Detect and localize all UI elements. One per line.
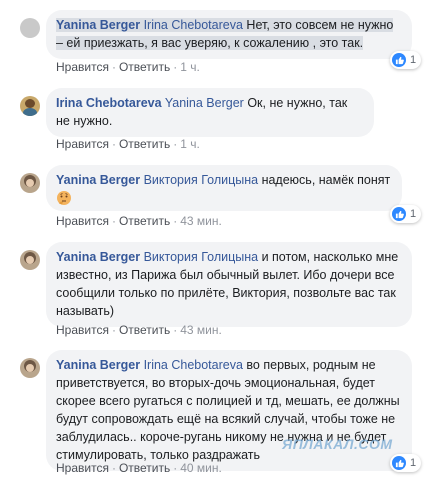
comment-author[interactable]: Yanina Berger xyxy=(56,173,140,187)
comment-actions: Нравится · Ответить · 43 мин. xyxy=(56,323,222,337)
thumbs-up-icon xyxy=(392,456,406,470)
reply-link[interactable]: Ответить xyxy=(119,60,170,74)
reaction-count[interactable]: 1 xyxy=(390,51,422,69)
separator: · xyxy=(173,60,178,74)
separator: · xyxy=(111,461,116,475)
like-link[interactable]: Нравится xyxy=(56,137,109,151)
separator: · xyxy=(173,214,178,228)
thumbs-up-icon xyxy=(392,207,406,221)
comment-actions: Нравится · Ответить · 1 ч. xyxy=(56,60,200,74)
watermark: ЯПЛАКАЛ.COM xyxy=(282,436,393,452)
separator: · xyxy=(173,323,178,337)
mention-tag[interactable]: Виктория Голицына xyxy=(144,173,259,187)
reply-link[interactable]: Ответить xyxy=(119,323,170,337)
timestamp[interactable]: 43 мин. xyxy=(180,323,222,337)
separator: · xyxy=(111,323,116,337)
comment-actions: Нравится · Ответить · 40 мин. xyxy=(56,461,222,475)
reaction-count-value: 1 xyxy=(410,208,417,220)
thinking-face-icon xyxy=(56,190,72,211)
timestamp[interactable]: 40 мин. xyxy=(180,461,222,475)
comment-text: надеюсь, намёк понят xyxy=(261,173,391,187)
separator: · xyxy=(173,461,178,475)
comment-bubble: Yanina Berger Виктория Голицына и потом,… xyxy=(46,242,412,327)
timestamp[interactable]: 43 мин. xyxy=(180,214,222,228)
comment-author[interactable]: Yanina Berger xyxy=(56,250,140,264)
reaction-count[interactable]: 1 xyxy=(390,205,422,223)
comment-author[interactable]: Irina Chebotareva xyxy=(56,96,162,110)
mention-tag[interactable]: Yanina Berger xyxy=(165,96,244,110)
avatar[interactable] xyxy=(20,18,40,38)
like-link[interactable]: Нравится xyxy=(56,60,109,74)
avatar[interactable] xyxy=(20,173,40,193)
reaction-count[interactable]: 1 xyxy=(390,454,422,472)
mention-tag[interactable]: Irina Chebotareva xyxy=(144,18,243,32)
comment-actions: Нравится · Ответить · 1 ч. xyxy=(56,137,200,151)
reply-link[interactable]: Ответить xyxy=(119,461,170,475)
timestamp[interactable]: 1 ч. xyxy=(180,60,200,74)
like-link[interactable]: Нравится xyxy=(56,214,109,228)
separator: · xyxy=(173,137,178,151)
reply-link[interactable]: Ответить xyxy=(119,137,170,151)
separator: · xyxy=(111,137,116,151)
comment-author[interactable]: Yanina Berger xyxy=(56,18,140,32)
comment-bubble: Yanina Berger Irina Chebotareva Нет, это… xyxy=(46,10,412,59)
mention-tag[interactable]: Irina Chebotareva xyxy=(144,358,243,372)
separator: · xyxy=(111,60,116,74)
avatar[interactable] xyxy=(20,358,40,378)
mention-tag[interactable]: Виктория Голицына xyxy=(144,250,259,264)
reaction-count-value: 1 xyxy=(410,54,417,66)
comment-author[interactable]: Yanina Berger xyxy=(56,358,140,372)
comment-bubble: Yanina Berger Irina Chebotareva во первы… xyxy=(46,350,412,471)
thumbs-up-icon xyxy=(392,53,406,67)
avatar[interactable] xyxy=(20,96,40,116)
like-link[interactable]: Нравится xyxy=(56,323,109,337)
reply-link[interactable]: Ответить xyxy=(119,214,170,228)
comment-bubble: Irina Chebotareva Yanina Berger Ок, не н… xyxy=(46,88,374,137)
separator: · xyxy=(111,214,116,228)
reaction-count-value: 1 xyxy=(410,457,417,469)
comment-actions: Нравится · Ответить · 43 мин. xyxy=(56,214,222,228)
comment-bubble: Yanina Berger Виктория Голицына надеюсь,… xyxy=(46,165,402,211)
timestamp[interactable]: 1 ч. xyxy=(180,137,200,151)
like-link[interactable]: Нравится xyxy=(56,461,109,475)
avatar[interactable] xyxy=(20,250,40,270)
